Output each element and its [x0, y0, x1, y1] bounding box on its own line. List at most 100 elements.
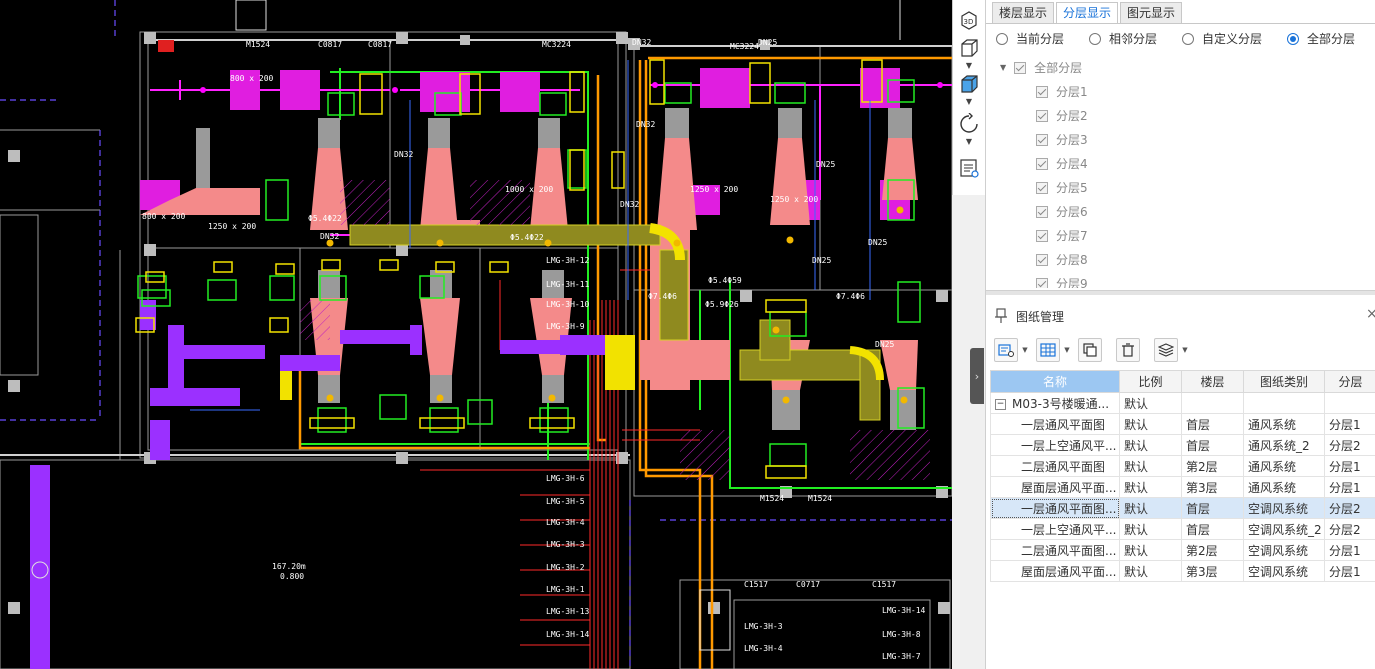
table-row[interactable]: 屋面层通风平面... 默认 第3层 空调风系统 分层1	[990, 560, 1375, 582]
layer-checkbox[interactable]	[1036, 278, 1048, 288]
rotate-view-button[interactable]	[957, 112, 981, 136]
column-header-category[interactable]: 图纸类别	[1243, 370, 1325, 393]
cad-label: DN25	[812, 256, 832, 265]
row-layer: 分层2	[1324, 434, 1375, 456]
chevron-down-icon[interactable]: ▼	[1180, 346, 1190, 354]
svg-text:3D: 3D	[964, 18, 974, 26]
row-name: 一层通风平面图	[990, 413, 1120, 435]
tab-element-display[interactable]: 图元显示	[1120, 2, 1183, 23]
copy-drawing-button[interactable]	[1078, 338, 1102, 362]
tree-item-layer[interactable]: 分层1	[1036, 80, 1088, 104]
row-layer: 分层1	[1324, 476, 1375, 498]
tree-item-layer[interactable]: 分层5	[1036, 176, 1088, 200]
chevron-down-icon[interactable]: ▼	[1062, 346, 1072, 354]
row-scale: 默认	[1119, 539, 1182, 561]
radio-current-layer[interactable]: 当前分层	[996, 30, 1064, 47]
chevron-down-icon[interactable]: ▼	[964, 98, 974, 106]
layer-checkbox[interactable]	[1014, 62, 1027, 74]
cad-label: LMG-3H-6	[546, 474, 585, 483]
tree-label: 分层8	[1056, 253, 1088, 267]
caret-down-icon[interactable]: ▼	[1000, 56, 1006, 80]
chevron-down-icon[interactable]: ▼	[1020, 346, 1030, 354]
right-panel: 楼层显示 分层显示 图元显示 当前分层 相邻分层 自定义分层 全部分层 ▼ 全部…	[985, 0, 1375, 669]
radio-label: 相邻分层	[1109, 32, 1158, 46]
split-drawing-button[interactable]	[1036, 338, 1060, 362]
radio-all-layers[interactable]: 全部分层	[1287, 30, 1355, 47]
cad-label: LMG-3H-4	[546, 518, 585, 527]
cad-label: DN25	[875, 340, 895, 349]
tree-item-layer[interactable]: 分层8	[1036, 248, 1088, 272]
layer-checkbox[interactable]	[1036, 134, 1048, 146]
layer-checkbox[interactable]	[1036, 158, 1048, 170]
tree-item-layer[interactable]: 分层6	[1036, 200, 1088, 224]
chevron-down-icon[interactable]: ▼	[964, 62, 974, 70]
chevron-down-icon[interactable]: ▼	[964, 138, 974, 146]
row-category: 空调风系统	[1243, 497, 1325, 519]
tree-label: 分层3	[1056, 133, 1088, 147]
tree-root-all-layers[interactable]: ▼ 全部分层	[1000, 56, 1082, 80]
table-row[interactable]: 一层上空通风平... 默认 首层 通风系统_2 分层2	[990, 434, 1375, 456]
layer-stack-button[interactable]	[1154, 338, 1178, 362]
add-drawing-button[interactable]	[994, 338, 1018, 362]
cad-label: LMG-3H-4	[744, 644, 783, 653]
pin-icon[interactable]	[994, 308, 1008, 324]
tree-item-layer[interactable]: 分层2	[1036, 104, 1088, 128]
row-category: 通风系统	[1243, 476, 1325, 498]
cad-label: 0.800	[280, 572, 305, 581]
radio-adjacent-layer[interactable]: 相邻分层	[1089, 30, 1157, 47]
cad-label: LMG-3H-8	[882, 630, 921, 639]
view-3d-button[interactable]: 3D	[957, 8, 981, 32]
tab-floor-display[interactable]: 楼层显示	[992, 2, 1055, 23]
cad-drawing-canvas[interactable]: M1524 C0817 C0817 MC3224 DN32 MC3224 DN2…	[0, 0, 952, 669]
add-drawing-icon	[998, 344, 1014, 357]
collapse-panel-handle[interactable]: ›	[970, 348, 984, 404]
tab-layer-display[interactable]: 分层显示	[1056, 2, 1119, 24]
view-cube-button[interactable]	[957, 36, 981, 60]
column-header-layer[interactable]: 分层	[1324, 370, 1375, 393]
radio-custom-layer[interactable]: 自定义分层	[1182, 30, 1262, 47]
cad-label: LMG-3H-5	[546, 497, 585, 506]
tree-item-layer[interactable]: 分层3	[1036, 128, 1088, 152]
layer-checkbox[interactable]	[1036, 182, 1048, 194]
cube-icon	[961, 39, 978, 57]
cad-label: LMG-3H-14	[882, 606, 926, 615]
layer-checkbox[interactable]	[1036, 86, 1048, 98]
table-row[interactable]: 一层上空通风平... 默认 首层 空调风系统_2 分层2	[990, 518, 1375, 540]
tree-label: 分层7	[1056, 229, 1088, 243]
layer-checkbox[interactable]	[1036, 206, 1048, 218]
cad-label: DN25	[816, 160, 836, 169]
tree-label: 分层4	[1056, 157, 1088, 171]
column-header-scale[interactable]: 比例	[1119, 370, 1182, 393]
cad-label: LMG-3H-1	[546, 585, 585, 594]
delete-drawing-button[interactable]	[1116, 338, 1140, 362]
layer-checkbox[interactable]	[1036, 110, 1048, 122]
table-row[interactable]: 二层通风平面图... 默认 第2层 空调风系统 分层1	[990, 539, 1375, 561]
table-group-row[interactable]: − M03-3号楼暖通... 默认	[990, 392, 1375, 414]
table-row[interactable]: 二层通风平面图 默认 第2层 通风系统 分层1	[990, 455, 1375, 477]
layer-checkbox[interactable]	[1036, 254, 1048, 266]
row-name: 屋面层通风平面...	[990, 560, 1120, 582]
tree-item-layer[interactable]: 分层4	[1036, 152, 1088, 176]
layer-checkbox[interactable]	[1036, 230, 1048, 242]
table-row[interactable]: 屋面层通风平面... 默认 第3层 通风系统 分层1	[990, 476, 1375, 498]
column-header-floor[interactable]: 楼层	[1181, 370, 1244, 393]
row-category: 通风系统_2	[1243, 434, 1325, 456]
row-floor: 首层	[1181, 413, 1244, 435]
collapse-minus-icon[interactable]: −	[995, 398, 1006, 410]
table-row[interactable]: 一层通风平面图 默认 首层 通风系统 分层1	[990, 413, 1375, 435]
view-shaded-button[interactable]	[957, 72, 981, 96]
cad-label: 800 x 200	[142, 212, 186, 221]
panel-splitter[interactable]	[986, 290, 1375, 295]
layer-view-button[interactable]	[957, 156, 981, 180]
empty-cell	[1324, 392, 1375, 414]
tree-item-layer[interactable]: 分层7	[1036, 224, 1088, 248]
column-header-name[interactable]: 名称	[990, 370, 1120, 393]
close-icon[interactable]: ×	[1366, 306, 1375, 322]
row-category: 通风系统	[1243, 455, 1325, 477]
tree-label: 分层1	[1056, 85, 1088, 99]
table-row-selected[interactable]: 一层通风平面图... 默认 首层 空调风系统 分层2	[990, 497, 1375, 519]
row-scale: 默认	[1119, 518, 1182, 540]
cad-label: C1517	[744, 580, 769, 589]
row-layer: 分层1	[1324, 413, 1375, 435]
tree-item-layer[interactable]: 分层9	[1036, 272, 1088, 288]
